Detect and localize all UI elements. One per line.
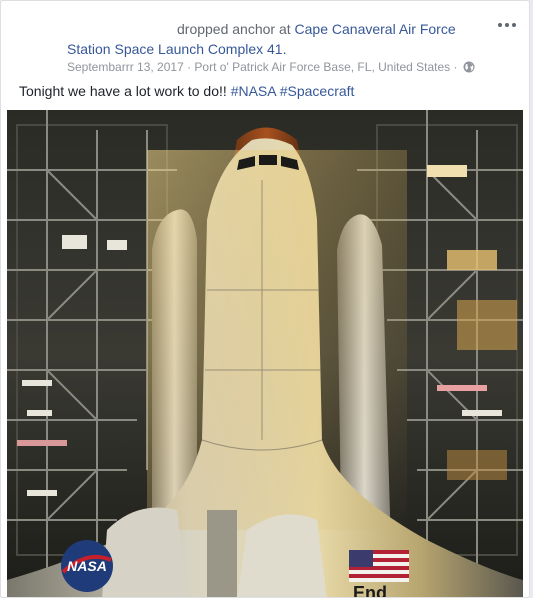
post-header: dropped anchor at Cape Canaveral Air For… bbox=[67, 18, 477, 40]
post-text: Tonight we have a lot work to do!! #NASA… bbox=[19, 81, 519, 101]
globe-icon[interactable] bbox=[463, 60, 475, 78]
post-date[interactable]: Septembarrr 13, 2017 bbox=[67, 60, 184, 74]
hashtag-nasa[interactable]: #NASA bbox=[231, 83, 276, 99]
orbiter-name-text: End bbox=[353, 583, 387, 598]
hashtag-spacecraft[interactable]: #Spacecraft bbox=[280, 83, 355, 99]
action-text: dropped anchor at bbox=[177, 21, 291, 37]
post-header-line2: Station Space Launch Complex 41. bbox=[67, 39, 477, 59]
location-link[interactable]: Port o' Patrick Air Force Base, FL, Unit… bbox=[194, 60, 450, 74]
meta-separator: · bbox=[183, 60, 195, 74]
post-photo[interactable]: NASA End bbox=[7, 110, 523, 598]
place-link-part2[interactable]: Station Space Launch Complex 41. bbox=[67, 41, 286, 57]
post-meta: Septembarrr 13, 2017 · Port o' Patrick A… bbox=[67, 58, 475, 78]
light-glow bbox=[147, 150, 407, 530]
nasa-logo-text: NASA bbox=[67, 558, 107, 574]
meta-separator-2: · bbox=[450, 60, 461, 74]
post-card: dropped anchor at Cape Canaveral Air For… bbox=[0, 0, 530, 598]
us-flag bbox=[349, 550, 409, 582]
place-link-part1[interactable]: Cape Canaveral Air Force bbox=[295, 21, 456, 37]
nasa-logo: NASA bbox=[61, 540, 113, 592]
engine-pods bbox=[102, 507, 327, 597]
more-options-icon[interactable] bbox=[495, 15, 519, 35]
post-body-text: Tonight we have a lot work to do!! bbox=[19, 83, 231, 99]
